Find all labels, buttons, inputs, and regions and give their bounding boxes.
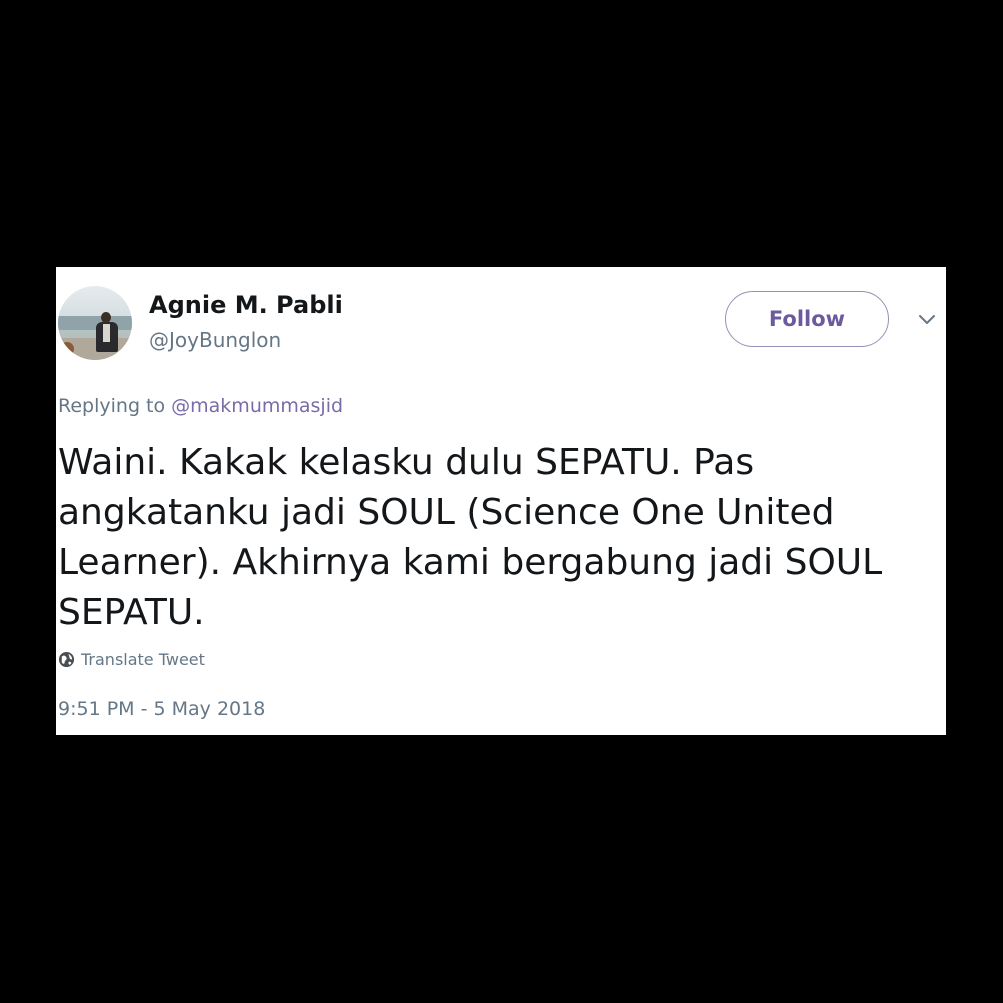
avatar-sea: [58, 316, 132, 330]
translate-tweet-label: Translate Tweet: [81, 650, 205, 669]
translate-tweet-link[interactable]: Translate Tweet: [58, 650, 205, 669]
tweet-timestamp[interactable]: 9:51 PM - 5 May 2018: [58, 698, 265, 720]
avatar-person-head: [101, 312, 111, 323]
tweet-text: Waini. Kakak kelasku dulu SEPATU. Pas an…: [58, 442, 883, 633]
chevron-down-icon[interactable]: [919, 314, 935, 326]
avatar-object: [60, 342, 74, 356]
avatar[interactable]: [58, 286, 132, 360]
reply-context: Replying to @makmummasjid: [58, 395, 343, 417]
reply-prefix: Replying to: [58, 395, 172, 417]
avatar-person-shirt: [103, 324, 110, 342]
reply-mention-link[interactable]: @makmummasjid: [171, 395, 343, 417]
tweet-card: Agnie M. Pabli @JoyBunglon Follow Replyi…: [56, 267, 946, 735]
globe-icon: [58, 651, 75, 668]
author-display-name[interactable]: Agnie M. Pabli: [149, 291, 343, 319]
follow-button[interactable]: Follow: [725, 291, 889, 347]
author-handle[interactable]: @JoyBunglon: [149, 328, 281, 352]
